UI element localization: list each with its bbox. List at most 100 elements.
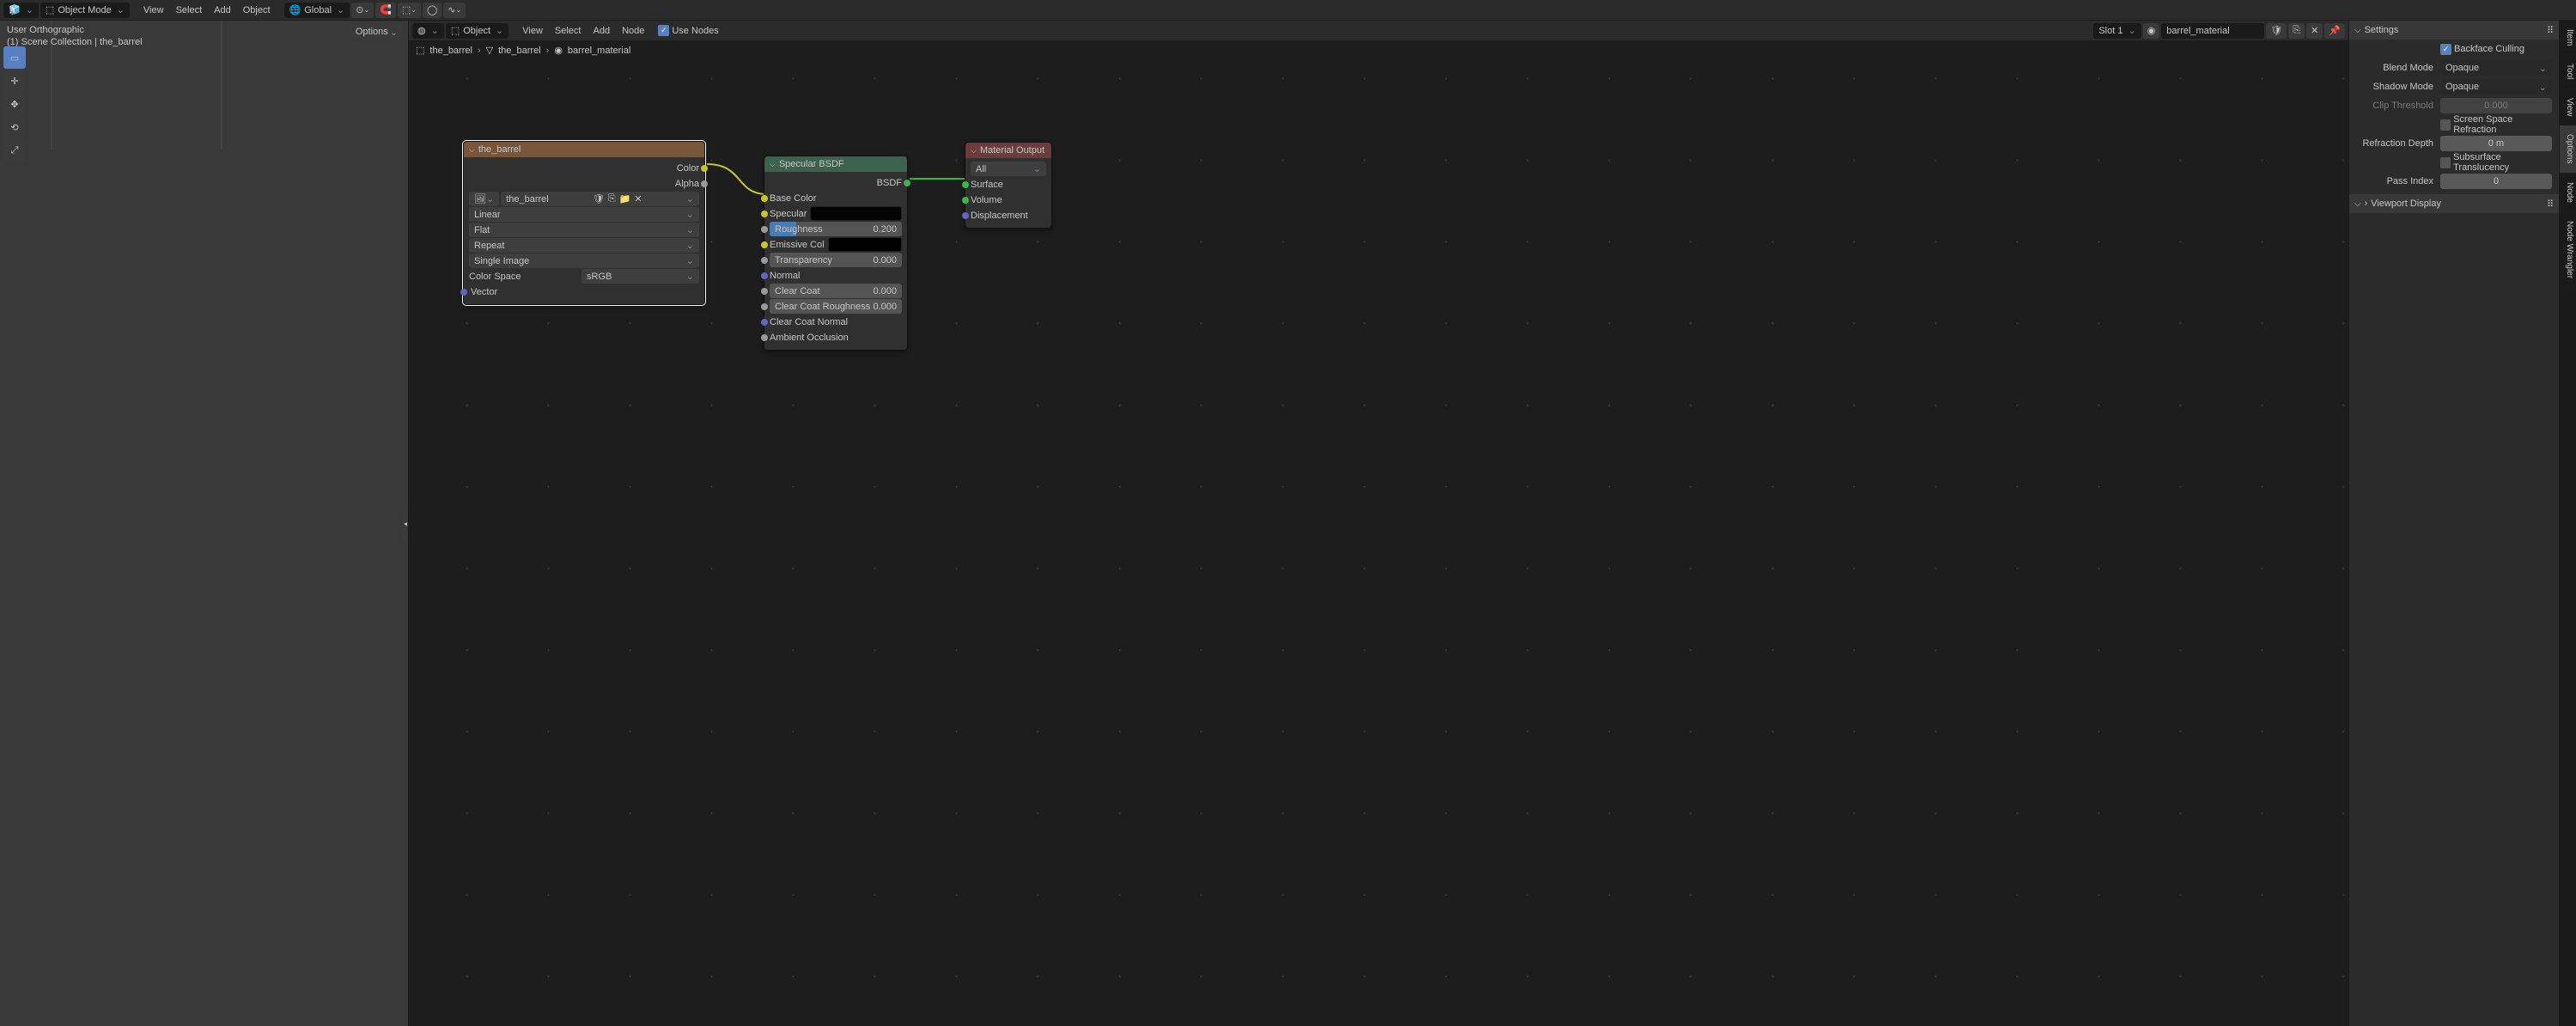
- socket-icon[interactable]: [761, 211, 768, 217]
- pin-toggle[interactable]: 📌: [2324, 23, 2345, 39]
- image-name-field[interactable]: the_barrel🛡⎘📁✕: [501, 192, 699, 206]
- tab-view[interactable]: View: [2560, 89, 2576, 126]
- image-texture-node[interactable]: the_barrel Color Alpha 🖼 the_barrel🛡⎘📁✕ …: [463, 141, 705, 305]
- pass-index-field[interactable]: 0: [2440, 174, 2552, 189]
- viewport-overlay-text: User Orthographic (1) Scene Collection |…: [7, 24, 143, 48]
- socket-icon[interactable]: [761, 319, 768, 326]
- specular-bsdf-node[interactable]: Specular BSDF BSDF Base Color Specular R…: [764, 156, 908, 351]
- socket-icon[interactable]: [701, 165, 708, 172]
- node-menu-view[interactable]: View: [517, 26, 548, 36]
- pass-index-label: Pass Index: [2349, 176, 2440, 186]
- menu-object[interactable]: Object: [238, 5, 276, 15]
- scale-tool[interactable]: ⤢: [3, 139, 26, 162]
- tab-tool[interactable]: Tool: [2560, 55, 2576, 89]
- socket-icon[interactable]: [962, 197, 969, 204]
- tab-item[interactable]: Item: [2560, 21, 2576, 55]
- socket-icon[interactable]: [761, 257, 768, 264]
- sss-toggle[interactable]: Subsurface Translucency: [2440, 152, 2552, 173]
- open-icon[interactable]: 📁: [619, 193, 631, 205]
- 3d-viewport[interactable]: User Orthographic (1) Scene Collection |…: [0, 21, 409, 1026]
- tab-node-wrangler[interactable]: Node Wrangler: [2560, 212, 2576, 288]
- socket-icon[interactable]: [904, 180, 910, 186]
- mode-dropdown[interactable]: ⬚Object Mode: [40, 3, 130, 18]
- editor-type-dropdown[interactable]: 🧊: [3, 3, 39, 18]
- clip-threshold-field: 0.000: [2440, 98, 2552, 113]
- viewport-options[interactable]: Options: [350, 24, 403, 40]
- select-box-tool[interactable]: ▭: [3, 46, 26, 69]
- socket-icon[interactable]: [761, 241, 768, 248]
- cube-icon: 🧊: [9, 4, 21, 15]
- tab-options[interactable]: Options: [2560, 125, 2576, 173]
- duplicate-icon[interactable]: ⎘: [608, 193, 616, 205]
- image-browse-button[interactable]: 🖼: [469, 192, 499, 206]
- fake-user-toggle[interactable]: 🛡: [2266, 23, 2287, 39]
- snap-toggle[interactable]: 🧲: [375, 3, 396, 18]
- orientation-dropdown[interactable]: 🌐Global: [284, 3, 350, 18]
- cube-icon: ⬚: [416, 45, 424, 56]
- clearcoat-roughness-slider[interactable]: Clear Coat Roughness0.000: [770, 299, 902, 314]
- rotate-tool[interactable]: ⟲: [3, 116, 26, 138]
- material-name-field[interactable]: barrel_material: [2161, 23, 2264, 39]
- node-menu-node[interactable]: Node: [617, 26, 649, 36]
- socket-icon[interactable]: [962, 212, 969, 219]
- node-menu-add[interactable]: Add: [588, 26, 615, 36]
- ssr-toggle[interactable]: Screen Space Refraction: [2440, 114, 2552, 135]
- move-tool[interactable]: ✥: [3, 93, 26, 115]
- pivot-dropdown[interactable]: ⊙⌄: [351, 3, 374, 18]
- tab-node[interactable]: Node: [2560, 174, 2576, 212]
- cursor-tool[interactable]: ✛: [3, 70, 26, 92]
- snap-dropdown[interactable]: ⬚⌄: [398, 3, 421, 18]
- socket-icon[interactable]: [962, 181, 969, 188]
- roughness-slider[interactable]: Roughness0.200: [770, 222, 902, 236]
- shader-type-dropdown[interactable]: ⬚Object: [446, 23, 509, 39]
- transparency-slider[interactable]: Transparency0.000: [770, 253, 902, 267]
- unlink-material[interactable]: ✕: [2306, 23, 2323, 39]
- use-nodes-toggle[interactable]: Use Nodes: [658, 25, 718, 36]
- specular-color-field[interactable]: [810, 206, 902, 221]
- socket-icon[interactable]: [761, 195, 768, 202]
- interpolation-dropdown[interactable]: Linear: [469, 207, 699, 222]
- clearcoat-slider[interactable]: Clear Coat0.000: [770, 284, 902, 298]
- blend-mode-dropdown[interactable]: Opaque: [2440, 60, 2552, 76]
- socket-icon[interactable]: [761, 334, 768, 341]
- node-menu-select[interactable]: Select: [550, 26, 587, 36]
- material-browse[interactable]: ◉: [2143, 23, 2160, 39]
- unlink-icon[interactable]: ✕: [634, 193, 642, 205]
- output-target-dropdown[interactable]: All: [971, 162, 1046, 176]
- socket-icon[interactable]: [761, 303, 768, 310]
- sidebar-tabs: Item Tool View Options Node Node Wrangle…: [2559, 21, 2576, 1026]
- shadow-mode-dropdown[interactable]: Opaque: [2440, 79, 2552, 95]
- node-editor[interactable]: ◍ ⬚Object View Select Add Node Use Nodes…: [409, 21, 2348, 1026]
- refraction-depth-field[interactable]: 0 m: [2440, 136, 2552, 151]
- toolbar-left: ▭ ✛ ✥ ⟲ ⤢: [3, 46, 26, 162]
- emissive-color-field[interactable]: [828, 237, 902, 252]
- node-breadcrumb: ⬚the_barrel › ▽the_barrel › ◉barrel_mate…: [416, 45, 630, 56]
- menu-add[interactable]: Add: [209, 5, 236, 15]
- material-output-node[interactable]: Material Output All Surface Volume Displ…: [965, 142, 1052, 229]
- projection-dropdown[interactable]: Flat: [469, 223, 699, 237]
- settings-panel-header[interactable]: Settings⠿: [2349, 21, 2559, 40]
- socket-icon[interactable]: [701, 180, 708, 187]
- slot-dropdown[interactable]: Slot 1: [2093, 23, 2141, 39]
- region-toggle-handle[interactable]: ◂: [402, 506, 409, 540]
- node-title-label: Specular BSDF: [779, 159, 844, 169]
- source-dropdown[interactable]: Single Image: [469, 253, 699, 268]
- grip-icon[interactable]: ⠿: [2547, 198, 2554, 210]
- grip-icon[interactable]: ⠿: [2547, 25, 2554, 36]
- socket-icon[interactable]: [460, 289, 467, 296]
- socket-icon[interactable]: [761, 226, 768, 233]
- menu-select[interactable]: Select: [171, 5, 208, 15]
- new-material[interactable]: ⎘: [2288, 23, 2305, 39]
- fake-user-icon[interactable]: 🛡: [593, 193, 605, 205]
- globe-icon: 🌐: [289, 4, 301, 15]
- node-editor-type[interactable]: ◍: [412, 23, 444, 39]
- proportional-toggle[interactable]: ◯: [423, 3, 442, 18]
- menu-view[interactable]: View: [138, 5, 169, 15]
- socket-icon[interactable]: [761, 288, 768, 295]
- backface-culling-toggle[interactable]: Backface Culling: [2440, 44, 2552, 55]
- color-space-dropdown[interactable]: sRGB: [582, 269, 699, 284]
- proportional-dropdown[interactable]: ∿⌄: [443, 3, 466, 18]
- socket-icon[interactable]: [761, 272, 768, 279]
- viewport-display-panel-header[interactable]: › Viewport Display⠿: [2349, 194, 2559, 213]
- extension-dropdown[interactable]: Repeat: [469, 238, 699, 253]
